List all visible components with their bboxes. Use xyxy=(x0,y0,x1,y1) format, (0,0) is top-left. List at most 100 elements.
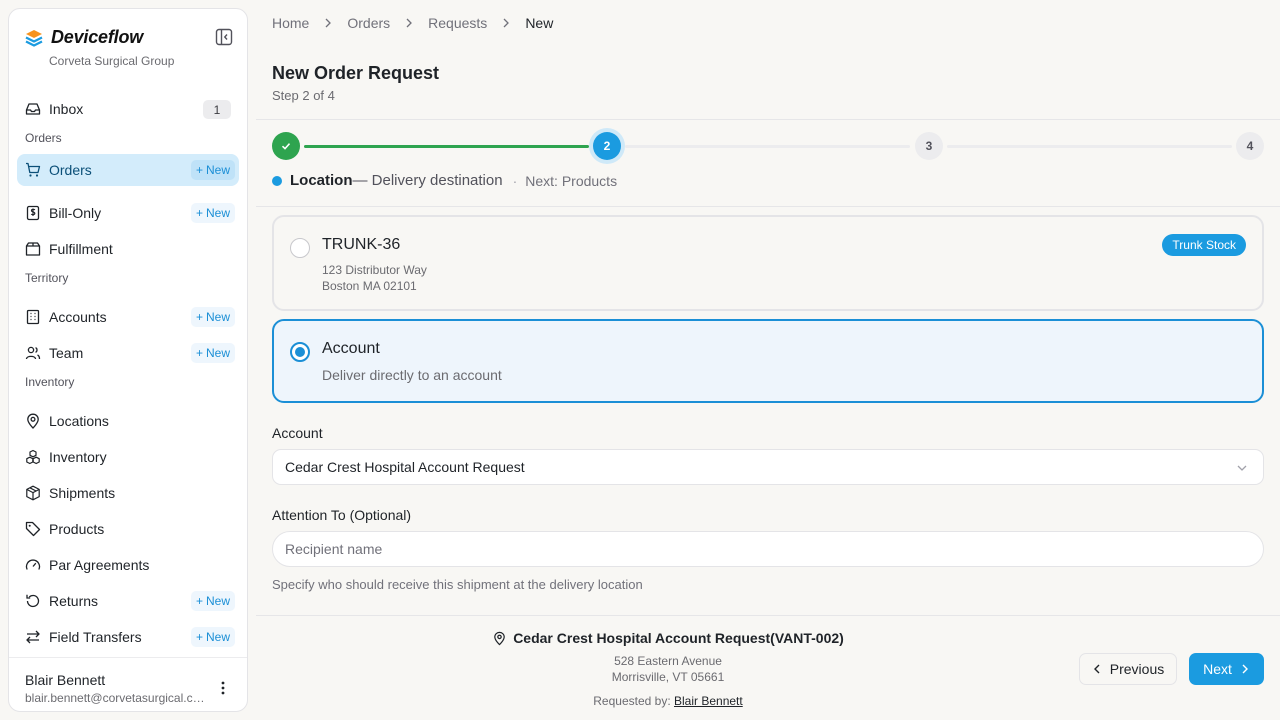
account-option-title: Account xyxy=(322,340,380,357)
step-2-current[interactable]: 2 xyxy=(593,132,621,160)
next-button-label: Next xyxy=(1203,661,1232,677)
sidebar-item-label: Par Agreements xyxy=(49,557,150,573)
sidebar-item-field-transfers[interactable]: Field Transfers + New xyxy=(17,621,239,653)
step-1-complete[interactable] xyxy=(272,132,300,160)
sidebar-item-fulfillment[interactable]: Fulfillment xyxy=(17,233,239,265)
plus-icon: + xyxy=(195,346,203,360)
new-field-transfer-button[interactable]: + New xyxy=(190,627,235,647)
step-3[interactable]: 3 xyxy=(915,132,943,160)
location-option-account[interactable]: Account Deliver directly to an account xyxy=(272,319,1264,403)
sidebar-item-bill-only[interactable]: Bill-Only + New xyxy=(17,197,239,229)
inbox-icon xyxy=(25,101,41,117)
user-profile[interactable]: Blair Bennett blair.bennett@corvetasurgi… xyxy=(9,657,247,711)
section-label-orders: Orders xyxy=(25,131,62,145)
chevron-left-icon xyxy=(1093,664,1100,674)
breadcrumb-current: New xyxy=(525,15,554,31)
destination-summary: Cedar Crest Hospital Account Request(VAN… xyxy=(256,630,1080,646)
cubes-icon xyxy=(25,449,41,465)
breadcrumb-orders[interactable]: Orders xyxy=(347,15,390,31)
new-order-button[interactable]: + New xyxy=(190,160,235,180)
check-icon xyxy=(281,143,291,150)
step-caption: Location — Delivery destination · Next: … xyxy=(272,172,617,189)
new-return-button[interactable]: + New xyxy=(190,591,235,611)
caption-separator: · xyxy=(512,172,518,189)
more-vertical-icon xyxy=(221,681,225,695)
destination-address-line2: Morrisville, VT 05661 xyxy=(611,670,725,684)
breadcrumb-home[interactable]: Home xyxy=(272,15,309,31)
account-field-label: Account xyxy=(272,425,323,441)
package-icon xyxy=(25,485,41,501)
inbox-count-badge: 1 xyxy=(203,100,231,119)
next-button[interactable]: Next xyxy=(1189,653,1264,685)
requested-by-user-link[interactable]: Blair Bennett xyxy=(674,694,743,708)
step-connector-3 xyxy=(947,145,1232,148)
new-team-member-button[interactable]: + New xyxy=(190,343,235,363)
sidebar-collapse-icon xyxy=(215,28,233,46)
sidebar-item-inbox[interactable]: Inbox 1 xyxy=(17,93,239,125)
sidebar-item-inventory[interactable]: Inventory xyxy=(17,441,239,473)
stepper: 2 3 4 xyxy=(256,119,1280,207)
current-step-dot xyxy=(272,175,282,186)
breadcrumb-requests[interactable]: Requests xyxy=(428,15,487,31)
plus-icon: + xyxy=(195,310,203,324)
collapse-sidebar-button[interactable] xyxy=(215,28,233,46)
sidebar-item-label: Orders xyxy=(49,162,92,178)
trunk-radio[interactable] xyxy=(290,238,310,258)
sidebar-item-label: Team xyxy=(49,345,84,361)
sidebar-item-orders[interactable]: Orders + New xyxy=(17,154,239,186)
location-pin-icon xyxy=(494,631,505,645)
attention-input[interactable] xyxy=(272,531,1264,567)
new-bill-only-button[interactable]: + New xyxy=(190,203,235,223)
previous-button[interactable]: Previous xyxy=(1079,653,1177,685)
trunk-stock-badge: Trunk Stock xyxy=(1162,234,1246,256)
chevron-right-icon xyxy=(501,18,511,28)
sidebar-item-label: Fulfillment xyxy=(49,241,113,257)
destination-address-line1: 528 Eastern Avenue xyxy=(614,654,722,668)
sidebar-item-products[interactable]: Products xyxy=(17,513,239,545)
trunk-title: TRUNK-36 xyxy=(322,236,401,253)
chevron-down-icon xyxy=(1235,461,1249,475)
users-icon xyxy=(25,345,41,361)
sidebar-item-label: Locations xyxy=(49,413,109,429)
step-caption-subtitle: — Delivery destination xyxy=(352,172,503,189)
step-connector-2 xyxy=(625,145,910,148)
plus-icon: + xyxy=(195,163,203,177)
receipt-icon xyxy=(25,205,41,221)
chevron-right-icon xyxy=(404,18,414,28)
account-option-subtitle: Deliver directly to an account xyxy=(322,367,502,383)
sidebar-item-locations[interactable]: Locations xyxy=(17,405,239,437)
brand[interactable]: Deviceflow xyxy=(25,27,143,48)
page-step-indicator: Step 2 of 4 xyxy=(272,88,335,103)
previous-button-label: Previous xyxy=(1109,661,1165,677)
sidebar: Deviceflow Corveta Surgical Group Inbox … xyxy=(8,8,248,712)
sidebar-item-shipments[interactable]: Shipments xyxy=(17,477,239,509)
sidebar-item-accounts[interactable]: Accounts + New xyxy=(17,301,239,333)
sidebar-item-returns[interactable]: Returns + New xyxy=(17,585,239,617)
account-select[interactable]: Cedar Crest Hospital Account Request xyxy=(272,449,1264,485)
map-pin-icon xyxy=(25,413,41,429)
step-4[interactable]: 4 xyxy=(1236,132,1264,160)
sidebar-item-label: Bill-Only xyxy=(49,205,102,221)
sidebar-item-label: Products xyxy=(49,521,105,537)
attention-helper-text: Specify who should receive this shipment… xyxy=(272,577,643,592)
location-option-trunk[interactable]: TRUNK-36 123 Distributor Way Boston MA 0… xyxy=(272,215,1264,311)
trunk-address-line2: Boston MA 02101 xyxy=(322,279,417,293)
sidebar-item-label: Accounts xyxy=(49,309,107,325)
plus-icon: + xyxy=(195,630,203,644)
account-radio[interactable] xyxy=(290,342,310,362)
trunk-address-line1: 123 Distributor Way xyxy=(322,263,427,277)
building-icon xyxy=(25,309,41,325)
step-caption-next: Next: Products xyxy=(525,172,618,189)
sidebar-item-label: Field Transfers xyxy=(49,629,142,645)
account-select-value: Cedar Crest Hospital Account Request xyxy=(285,459,525,475)
new-account-button[interactable]: + New xyxy=(190,307,235,327)
sidebar-item-team[interactable]: Team + New xyxy=(17,337,239,369)
user-name: Blair Bennett xyxy=(25,672,106,688)
plus-icon: + xyxy=(195,594,203,608)
sidebar-item-par-agreements[interactable]: Par Agreements xyxy=(17,549,239,581)
page-title: New Order Request xyxy=(272,63,440,83)
chevron-right-icon xyxy=(1242,664,1248,674)
footer-bar: Cedar Crest Hospital Account Request(VAN… xyxy=(256,615,1280,720)
user-menu-button[interactable] xyxy=(215,680,231,696)
requested-by-label: Requested by: xyxy=(593,694,671,708)
